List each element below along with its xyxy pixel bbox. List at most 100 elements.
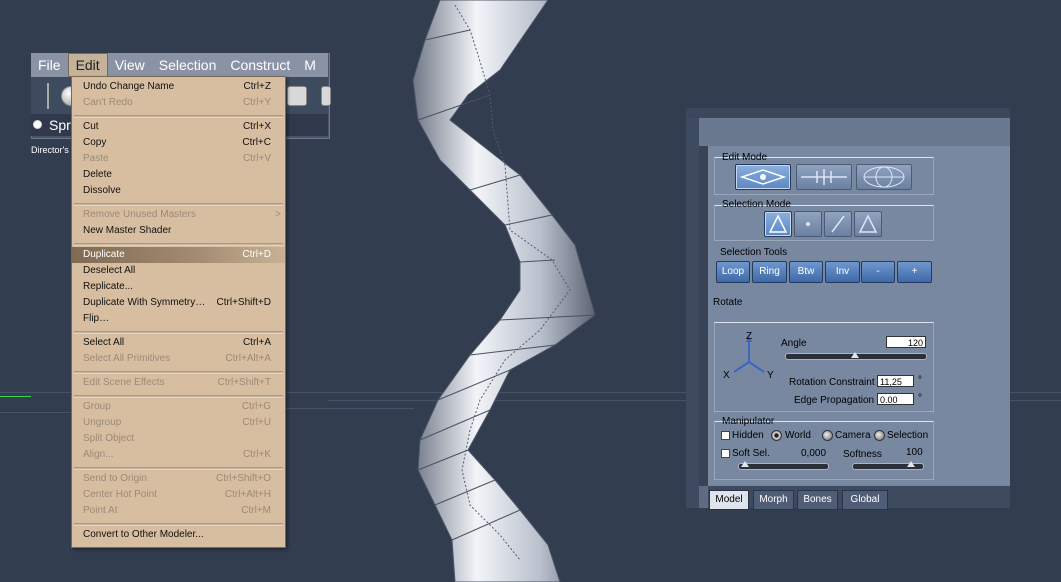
menu-item-shortcut: Ctrl+Z: [243, 81, 272, 92]
scene-tab-label[interactable]: Spr: [49, 117, 71, 133]
point-edit-mode-button[interactable]: [735, 164, 791, 190]
vertex-select-mode-button[interactable]: [794, 211, 822, 237]
face-icon: [858, 214, 878, 233]
edit-menu: Undo Change Name Ctrl+Z Can't Redo Ctrl+Y …: [71, 76, 286, 548]
panel-sidebar: [699, 146, 708, 486]
axis-x-label: X: [723, 370, 730, 381]
home-icon[interactable]: [321, 86, 331, 106]
panel-titlebar: [686, 108, 1010, 118]
menu-item-send-to-origin[interactable]: Send to Origin Ctrl+Shift+O: [72, 471, 285, 487]
menu-item-remove-unused-masters[interactable]: Remove Unused Masters >: [72, 207, 285, 223]
loop-button[interactable]: Loop: [716, 261, 750, 283]
soft-sel-value: 0,000: [801, 448, 827, 459]
tab-morph[interactable]: Morph: [753, 490, 794, 510]
angle-input[interactable]: 120: [886, 336, 926, 348]
menu-construct[interactable]: Construct: [223, 53, 297, 77]
face-select-mode-button[interactable]: [854, 211, 882, 237]
menu-item-flip[interactable]: Flip…: [72, 311, 285, 327]
selection-radio[interactable]: [874, 430, 885, 441]
tab-bones[interactable]: Bones: [797, 490, 838, 510]
menu-item-duplicate-with-symmetry[interactable]: Duplicate With Symmetry… Ctrl+Shift+D: [72, 295, 285, 311]
menu-item-replicate[interactable]: Replicate...: [72, 279, 285, 295]
printer-icon[interactable]: [287, 86, 307, 106]
menu-item-select-all-primitives[interactable]: Select All Primitives Ctrl+Alt+A: [72, 351, 285, 367]
menu-item-shortcut: Ctrl+D: [242, 249, 271, 260]
menu-item-redo[interactable]: Can't Redo Ctrl+Y: [72, 95, 285, 111]
scene-radio[interactable]: [33, 120, 42, 129]
menu-item-label: Ungroup: [83, 417, 122, 428]
invert-button[interactable]: Inv: [825, 261, 860, 283]
rotation-constraint-input[interactable]: 11,25: [877, 375, 914, 387]
menu-selection[interactable]: Selection: [152, 53, 224, 77]
menu-item-label: Convert to Other Modeler...: [83, 529, 204, 540]
menu-item-paste[interactable]: Paste Ctrl+V: [72, 151, 285, 167]
menu-item-cut[interactable]: Cut Ctrl+X: [72, 119, 285, 135]
menu-item-shortcut: Ctrl+A: [242, 337, 271, 348]
menu-item-shortcut: Ctrl+Alt+H: [224, 489, 271, 500]
menu-item-label: Edit Scene Effects: [83, 377, 165, 388]
uv-edit-mode-button[interactable]: [856, 164, 912, 190]
menu-item-group[interactable]: Group Ctrl+G: [72, 399, 285, 415]
menu-item-shortcut: Ctrl+M: [241, 505, 271, 516]
menu-item-label: Can't Redo: [83, 97, 133, 108]
menu-more[interactable]: M: [297, 53, 323, 77]
tab-global[interactable]: Global: [842, 490, 888, 510]
menu-item-label: Split Object: [83, 433, 135, 444]
rotation-constraint-label: Rotation Constraint: [789, 377, 875, 388]
menu-item-deselect-all[interactable]: Deselect All: [72, 263, 285, 279]
bone-edit-mode-button[interactable]: [796, 164, 852, 190]
menu-item-label: Remove Unused Masters: [83, 209, 196, 220]
menu-item-align[interactable]: Align... Ctrl+K: [72, 447, 285, 463]
menu-item-label: Undo Change Name: [83, 81, 175, 92]
menu-item-new-master-shader[interactable]: New Master Shader: [72, 223, 285, 239]
polygon-select-mode-button[interactable]: [764, 211, 792, 237]
hidden-checkbox[interactable]: [721, 431, 730, 440]
menu-item-point-at[interactable]: Point At Ctrl+M: [72, 503, 285, 519]
menu-item-label: Select All: [83, 337, 125, 348]
menu-item-delete[interactable]: Delete: [72, 167, 285, 183]
menu-item-label: Paste: [83, 153, 109, 164]
menu-item-label: Point At: [83, 505, 118, 516]
world-radio[interactable]: [771, 430, 782, 441]
menu-view[interactable]: View: [108, 53, 152, 77]
menu-item-duplicate[interactable]: Duplicate Ctrl+D: [72, 247, 285, 263]
grow-selection-button[interactable]: +: [897, 261, 932, 283]
menu-item-dissolve[interactable]: Dissolve: [72, 183, 285, 199]
menu-edit[interactable]: Edit: [67, 53, 108, 77]
menu-item-split-object[interactable]: Split Object: [72, 431, 285, 447]
edge-select-mode-button[interactable]: [824, 211, 852, 237]
softness-slider-thumb[interactable]: [907, 461, 915, 467]
menu-item-undo[interactable]: Undo Change Name Ctrl+Z: [72, 79, 285, 95]
menu-item-ungroup[interactable]: Ungroup Ctrl+U: [72, 415, 285, 431]
edge-propagation-input[interactable]: 0.00: [877, 393, 914, 405]
menu-item-label: New Master Shader: [83, 225, 172, 236]
rotation-constraint-unit: °: [918, 375, 922, 386]
menu-item-edit-scene-effects[interactable]: Edit Scene Effects Ctrl+Shift+T: [72, 375, 285, 391]
menu-item-label: Deselect All: [83, 265, 136, 276]
ring-button[interactable]: Ring: [752, 261, 787, 283]
menu-separator: [74, 371, 283, 374]
soft-sel-slider[interactable]: [738, 463, 829, 470]
world-label: World: [785, 430, 811, 441]
shrink-selection-button[interactable]: -: [861, 261, 895, 283]
camera-label: Camera: [835, 430, 871, 441]
angle-label: Angle: [781, 338, 807, 349]
menu-item-center-hot-point[interactable]: Center Hot Point Ctrl+Alt+H: [72, 487, 285, 503]
menu-separator: [74, 115, 283, 118]
soft-sel-slider-thumb[interactable]: [741, 461, 749, 467]
menu-item-copy[interactable]: Copy Ctrl+C: [72, 135, 285, 151]
menu-item-label: Cut: [83, 121, 99, 132]
menu-item-select-all[interactable]: Select All Ctrl+A: [72, 335, 285, 351]
menu-item-convert-to-other-modeler[interactable]: Convert to Other Modeler...: [72, 527, 285, 543]
soft-sel-checkbox[interactable]: [721, 449, 730, 458]
angle-slider-thumb[interactable]: [851, 352, 859, 358]
camera-radio[interactable]: [822, 430, 833, 441]
axis-y-label: Y: [767, 370, 774, 381]
between-button[interactable]: Btw: [789, 261, 823, 283]
menu-item-shortcut: Ctrl+C: [242, 137, 271, 148]
menu-file[interactable]: File: [31, 53, 68, 77]
menu-item-label: Dissolve: [83, 185, 121, 196]
tab-model[interactable]: Model: [709, 490, 749, 510]
panel-left-strip: [686, 118, 699, 508]
toolbar-divider: [47, 83, 49, 109]
